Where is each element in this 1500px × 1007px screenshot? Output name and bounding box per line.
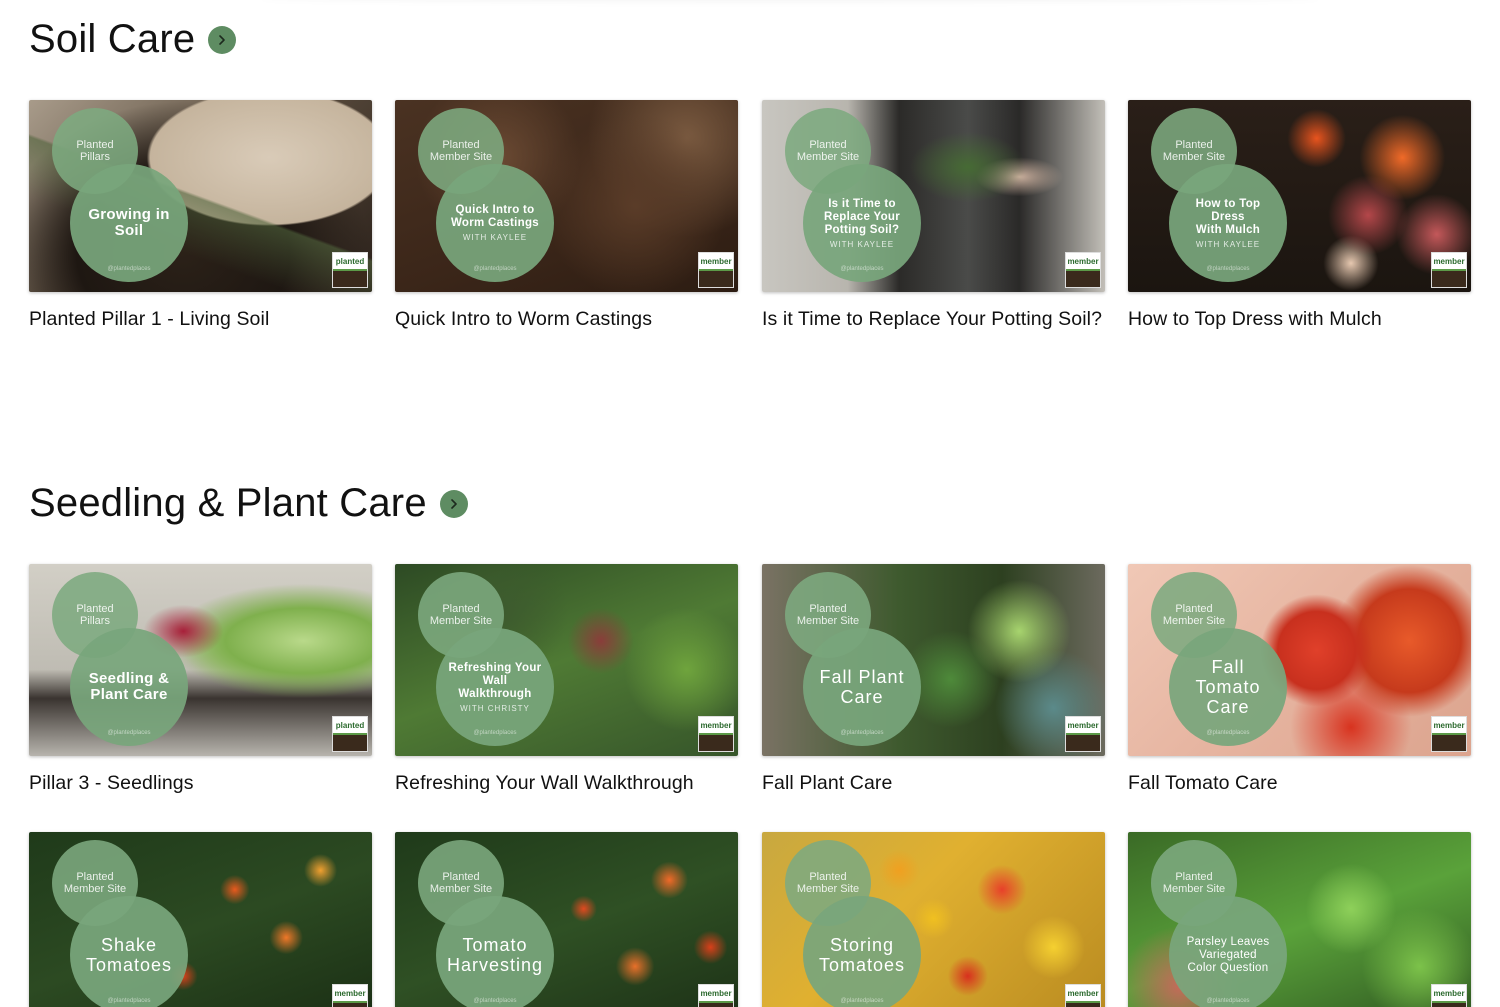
- thumbnail-overlay: Storing Tomatoes @plantedplaces: [803, 896, 921, 1007]
- overlay-handle: @plantedplaces: [840, 730, 884, 736]
- video-thumbnail[interactable]: Planted Member Site How to Top Dress Wit…: [1128, 100, 1471, 292]
- video-thumbnail[interactable]: Planted Member Site Parsley Leaves Varie…: [1128, 832, 1471, 1007]
- overlay-title: Fall Tomato Care: [1195, 657, 1261, 717]
- overlay-handle: @plantedplaces: [1206, 998, 1250, 1004]
- member-logo: member: [698, 984, 734, 1007]
- card-title[interactable]: Fall Plant Care: [762, 769, 1105, 797]
- thumbnail-overlay: Fall Tomato Care @plantedplaces: [1169, 628, 1287, 746]
- video-card[interactable]: Planted Member Site Tomato Harvesting @p…: [395, 832, 738, 1007]
- overlay-handle: @plantedplaces: [1206, 266, 1250, 272]
- overlay-handle: @plantedplaces: [473, 998, 517, 1004]
- section-heading-soil-care: Soil Care: [29, 17, 237, 62]
- member-logo: member: [698, 252, 734, 288]
- planted-logo: planted: [332, 252, 368, 288]
- overlay-subtitle: WITH KAYLEE: [462, 233, 528, 242]
- overlay-title: How to Top Dress With Mulch: [1195, 197, 1261, 236]
- video-card[interactable]: Planted Member Site Fall Plant Care @pla…: [762, 564, 1105, 797]
- video-thumbnail[interactable]: Planted Pillars Growing in Soil @planted…: [29, 100, 372, 292]
- video-card[interactable]: Planted Member Site Is it Time to Replac…: [762, 100, 1105, 333]
- thumbnail-overlay: Growing in Soil @plantedplaces: [70, 164, 188, 282]
- video-card[interactable]: Planted Member Site Storing Tomatoes @pl…: [762, 832, 1105, 1007]
- video-card[interactable]: Planted Member Site Fall Tomato Care @pl…: [1128, 564, 1471, 797]
- overlay-title: Tomato Harvesting: [446, 935, 544, 975]
- overlay-handle: @plantedplaces: [107, 998, 151, 1004]
- member-logo: member: [1065, 716, 1101, 752]
- video-card[interactable]: Planted Pillars Growing in Soil @planted…: [29, 100, 372, 333]
- overlay-handle: @plantedplaces: [473, 730, 517, 736]
- video-thumbnail[interactable]: Planted Member Site Quick Intro to Worm …: [395, 100, 738, 292]
- video-card[interactable]: Planted Member Site Parsley Leaves Varie…: [1128, 832, 1471, 1007]
- thumbnail-overlay: Parsley Leaves Variegated Color Question…: [1169, 896, 1287, 1007]
- overlay-title: Quick Intro to Worm Castings: [450, 204, 540, 229]
- overlay-title: Shake Tomatoes: [85, 935, 173, 975]
- card-title[interactable]: Quick Intro to Worm Castings: [395, 305, 738, 333]
- overlay-title: Growing in Soil: [88, 206, 170, 239]
- member-logo: member: [698, 716, 734, 752]
- overlay-title: Fall Plant Care: [819, 667, 905, 707]
- thumbnail-overlay: How to Top Dress With Mulch WITH KAYLEE …: [1169, 164, 1287, 282]
- video-thumbnail[interactable]: Planted Member Site Fall Plant Care @pla…: [762, 564, 1105, 756]
- overlay-subtitle: WITH KAYLEE: [829, 239, 895, 249]
- member-logo: member: [1431, 716, 1467, 752]
- section-title[interactable]: Soil Care: [29, 17, 195, 62]
- thumbnail-overlay: Seedling & Plant Care @plantedplaces: [70, 628, 188, 746]
- video-thumbnail[interactable]: Planted Member Site Storing Tomatoes @pl…: [762, 832, 1105, 1007]
- member-logo: member: [332, 984, 368, 1007]
- card-title[interactable]: Refreshing Your Wall Walkthrough: [395, 769, 738, 797]
- overlay-handle: @plantedplaces: [107, 266, 151, 272]
- member-logo: member: [1431, 252, 1467, 288]
- top-shadow: [260, 0, 1320, 2]
- video-card[interactable]: Planted Member Site Shake Tomatoes @plan…: [29, 832, 372, 1007]
- card-title[interactable]: Is it Time to Replace Your Potting Soil?: [762, 305, 1105, 333]
- video-thumbnail[interactable]: Planted Member Site Fall Tomato Care @pl…: [1128, 564, 1471, 756]
- video-thumbnail[interactable]: Planted Member Site Is it Time to Replac…: [762, 100, 1105, 292]
- chevron-right-icon[interactable]: [439, 489, 468, 518]
- overlay-title: Parsley Leaves Variegated Color Question: [1186, 935, 1270, 974]
- overlay-handle: @plantedplaces: [840, 998, 884, 1004]
- overlay-title: Refreshing Your Wall Walkthrough: [448, 661, 542, 700]
- thumbnail-overlay: Shake Tomatoes @plantedplaces: [70, 896, 188, 1007]
- overlay-subtitle: WITH CHRISTY: [460, 703, 530, 713]
- chevron-right-icon[interactable]: [208, 25, 237, 54]
- video-thumbnail[interactable]: Planted Member Site Tomato Harvesting @p…: [395, 832, 738, 1007]
- thumbnail-overlay: Is it Time to Replace Your Potting Soil?…: [803, 164, 921, 282]
- video-card[interactable]: Planted Member Site How to Top Dress Wit…: [1128, 100, 1471, 333]
- thumbnail-overlay: Refreshing Your Wall Walkthrough WITH CH…: [436, 628, 554, 746]
- thumbnail-overlay: Fall Plant Care @plantedplaces: [803, 628, 921, 746]
- overlay-handle: @plantedplaces: [473, 266, 517, 272]
- overlay-title: Is it Time to Replace Your Potting Soil?: [823, 197, 901, 236]
- overlay-subtitle: WITH KAYLEE: [1195, 239, 1261, 249]
- overlay-handle: @plantedplaces: [1206, 730, 1250, 736]
- card-title[interactable]: How to Top Dress with Mulch: [1128, 305, 1471, 333]
- video-card[interactable]: Planted Pillars Seedling & Plant Care @p…: [29, 564, 372, 797]
- overlay-title: Storing Tomatoes: [818, 935, 906, 975]
- video-thumbnail[interactable]: Planted Member Site Refreshing Your Wall…: [395, 564, 738, 756]
- overlay-title: Seedling & Plant Care: [88, 670, 170, 703]
- section-heading-seedling-plant-care: Seedling & Plant Care: [29, 481, 468, 526]
- card-title[interactable]: Pillar 3 - Seedlings: [29, 769, 372, 797]
- member-logo: member: [1431, 984, 1467, 1007]
- card-title[interactable]: Fall Tomato Care: [1128, 769, 1471, 797]
- card-title[interactable]: Planted Pillar 1 - Living Soil: [29, 305, 372, 333]
- overlay-handle: @plantedplaces: [840, 266, 884, 272]
- planted-logo: planted: [332, 716, 368, 752]
- thumbnail-overlay: Quick Intro to Worm Castings WITH KAYLEE…: [436, 164, 554, 282]
- video-card[interactable]: Planted Member Site Quick Intro to Worm …: [395, 100, 738, 333]
- video-thumbnail[interactable]: Planted Member Site Shake Tomatoes @plan…: [29, 832, 372, 1007]
- overlay-handle: @plantedplaces: [107, 730, 151, 736]
- section-title[interactable]: Seedling & Plant Care: [29, 481, 427, 526]
- thumbnail-overlay: Tomato Harvesting @plantedplaces: [436, 896, 554, 1007]
- video-card[interactable]: Planted Member Site Refreshing Your Wall…: [395, 564, 738, 797]
- member-logo: member: [1065, 252, 1101, 288]
- member-logo: member: [1065, 984, 1101, 1007]
- video-thumbnail[interactable]: Planted Pillars Seedling & Plant Care @p…: [29, 564, 372, 756]
